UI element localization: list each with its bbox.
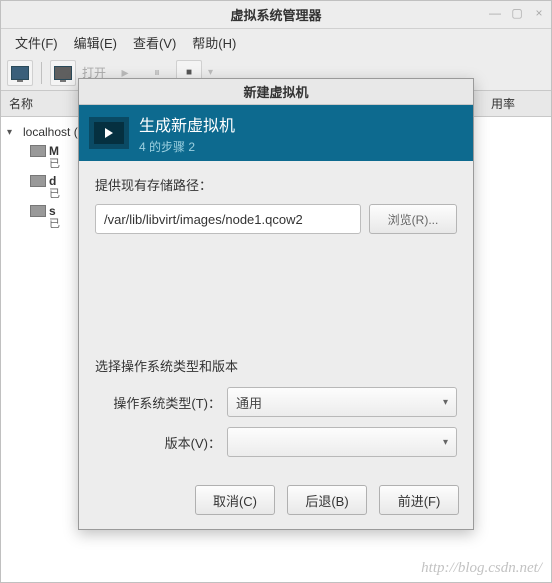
maximize-button[interactable]: ▢ [509,5,525,21]
dialog-titlebar: 新建虚拟机 [79,79,473,105]
menu-help[interactable]: 帮助(H) [186,31,242,54]
new-vm-dialog: 新建虚拟机 生成新虚拟机 4 的步骤 2 提供现有存储路径： 浏览(R)... … [78,78,474,530]
storage-path-input[interactable] [95,204,361,234]
browse-button[interactable]: 浏览(R)... [369,204,457,234]
dialog-step-label: 4 的步骤 2 [139,138,235,155]
storage-path-label: 提供现有存储路径： [95,175,457,194]
watermark: http://blog.csdn.net/ [421,560,542,577]
monitor-icon [30,145,46,157]
new-vm-button[interactable] [7,60,33,86]
monitor-icon [30,205,46,217]
vm-icon [27,145,49,157]
main-titlebar: 虚拟系统管理器 — ▢ × [1,1,551,29]
vm-icon [27,175,49,187]
back-button[interactable]: 后退(B) [287,485,367,515]
play-icon [105,128,113,138]
chevron-down-icon: ▾ [443,397,448,408]
expander-icon[interactable]: ▾ [7,127,19,138]
version-combo[interactable]: ▾ [227,427,457,457]
os-section: 选择操作系统类型和版本 操作系统类型(T)： 通用 ▾ 版本(V)： ▾ [95,356,457,467]
version-label: 版本(V)： [95,433,227,452]
os-type-label: 操作系统类型(T)： [95,393,227,412]
dialog-body: 提供现有存储路径： 浏览(R)... 选择操作系统类型和版本 操作系统类型(T)… [79,161,473,481]
vm-status: 已 [49,158,60,170]
monitor-icon [11,66,29,80]
close-button[interactable]: × [531,5,547,21]
column-rate[interactable]: 用率 [491,95,551,112]
toolbar-separator [41,62,42,84]
menubar: 文件(F) 编辑(E) 查看(V) 帮助(H) [1,29,551,55]
dialog-header: 生成新虚拟机 4 的步骤 2 [79,105,473,161]
vm-icon [27,205,49,217]
os-type-value: 通用 [236,393,262,412]
vm-name: s [49,205,60,218]
menu-view[interactable]: 查看(V) [127,31,182,54]
vm-name: M [49,145,60,158]
stop-icon: ■ [186,67,192,78]
minimize-button[interactable]: — [487,5,503,21]
open-vm-button[interactable] [50,60,76,86]
menu-edit[interactable]: 编辑(E) [68,31,123,54]
os-section-title: 选择操作系统类型和版本 [95,356,457,375]
dropdown-icon[interactable]: ▾ [208,67,213,78]
cancel-button[interactable]: 取消(C) [195,485,275,515]
dialog-header-icon [89,117,129,149]
monitor-icon [54,66,72,80]
window-controls: — ▢ × [487,5,547,21]
main-title: 虚拟系统管理器 [230,5,321,24]
forward-button[interactable]: 前进(F) [379,485,459,515]
dialog-footer: 取消(C) 后退(B) 前进(F) [79,481,473,529]
os-type-combo[interactable]: 通用 ▾ [227,387,457,417]
vm-status: 已 [49,188,60,200]
vm-name: d [49,175,60,188]
chevron-down-icon: ▾ [443,437,448,448]
dialog-title: 新建虚拟机 [243,82,308,101]
menu-file[interactable]: 文件(F) [9,31,64,54]
dialog-header-title: 生成新虚拟机 [139,112,235,136]
host-label: localhost ( [19,125,78,139]
monitor-icon [30,175,46,187]
vm-status: 已 [49,218,60,230]
